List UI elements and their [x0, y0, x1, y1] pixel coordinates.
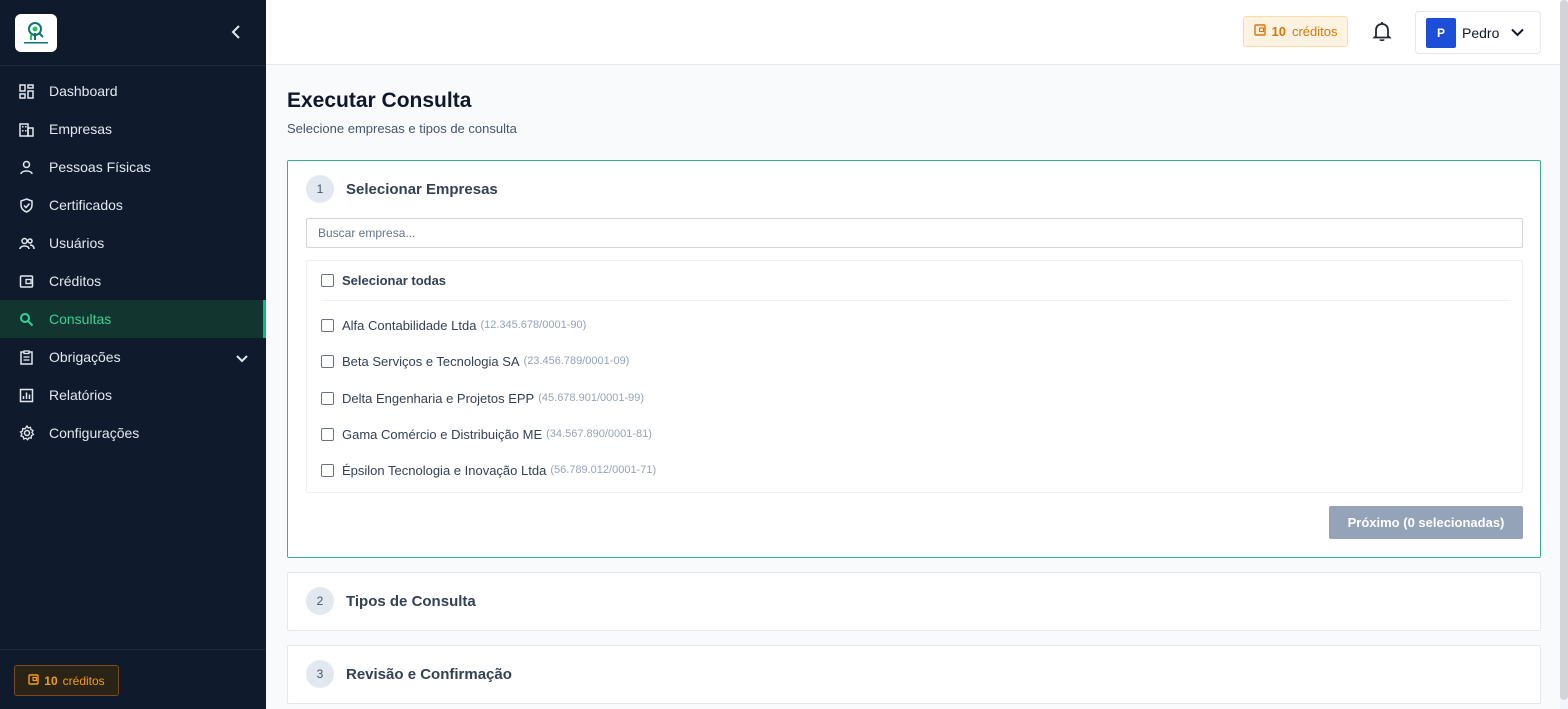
sidebar-item-label: Dashboard [49, 83, 118, 99]
notifications-button[interactable] [1370, 19, 1394, 43]
sidebar-nav: Dashboard Empresas Pessoas Físicas Certi… [0, 72, 266, 452]
company-name: Épsilon Tecnologia e Inovação Ltda [342, 462, 547, 478]
sidebar-item-pessoas-fisicas[interactable]: Pessoas Físicas [0, 148, 266, 186]
sidebar-credits-badge[interactable]: 10 créditos [14, 665, 119, 696]
avatar: P [1426, 17, 1456, 48]
step-title: Revisão e Confirmação [346, 665, 512, 683]
sidebar-item-creditos[interactable]: Créditos [0, 262, 266, 300]
select-all-checkbox[interactable] [321, 274, 334, 287]
step-2-card: 2 Tipos de Consulta [287, 572, 1541, 631]
step-title: Tipos de Consulta [346, 592, 476, 610]
step-number: 2 [306, 587, 334, 615]
step-1-header[interactable]: 1 Selecionar Empresas [306, 175, 498, 203]
step-number: 1 [306, 175, 334, 203]
company-checkbox[interactable] [321, 463, 334, 477]
search-icon [18, 311, 35, 328]
building-icon [18, 121, 35, 138]
sidebar-item-label: Relatórios [49, 387, 113, 403]
company-document: (45.678.901/0001-99) [538, 392, 645, 404]
wallet-icon [1253, 24, 1266, 39]
page-title: Executar Consulta [287, 89, 472, 112]
credits-label: créditos [62, 673, 105, 688]
company-checkbox[interactable] [321, 427, 334, 441]
app-logo[interactable] [15, 14, 57, 52]
topbar: 10 créditos P Pedro [266, 0, 1568, 65]
select-all-label: Selecionar todas [342, 273, 447, 288]
company-checkbox[interactable] [321, 354, 334, 368]
chart-icon [18, 387, 35, 404]
sidebar-item-label: Usuários [49, 235, 105, 251]
page-subtitle: Selecione empresas e tipos de consulta [287, 121, 517, 136]
bell-icon [1372, 22, 1392, 42]
company-list: Selecionar todas Alfa Contabilidade Ltda… [306, 260, 1523, 493]
company-checkbox[interactable] [321, 391, 334, 405]
clipboard-icon [18, 349, 35, 366]
sidebar-item-configuracoes[interactable]: Configurações [0, 414, 266, 452]
step-1-card: 1 Selecionar Empresas Selecionar todas A… [287, 160, 1541, 558]
wallet-icon [28, 673, 39, 688]
step-number: 3 [306, 660, 334, 688]
chevron-down-icon [1511, 24, 1525, 42]
company-document: (23.456.789/0001-09) [523, 355, 630, 367]
company-name: Beta Serviços e Tecnologia SA [342, 353, 520, 369]
sidebar-item-certificados[interactable]: Certificados [0, 186, 266, 224]
shield-check-icon [18, 197, 35, 214]
wallet-icon [18, 273, 35, 290]
sidebar-item-label: Certificados [49, 197, 123, 213]
credits-amount: 10 [1271, 24, 1286, 39]
user-menu-button[interactable]: P Pedro [1415, 11, 1541, 54]
sidebar-item-usuarios[interactable]: Usuários [0, 224, 266, 262]
sidebar-header [0, 0, 266, 66]
list-item[interactable]: Alfa Contabilidade Ltda (12.345.678/0001… [321, 313, 586, 337]
sidebar-item-empresas[interactable]: Empresas [0, 110, 266, 148]
sidebar-item-label: Empresas [49, 121, 113, 137]
page-scrollbar[interactable] [1560, 0, 1568, 709]
sidebar-item-label: Pessoas Físicas [49, 159, 151, 175]
sidebar: Dashboard Empresas Pessoas Físicas Certi… [0, 0, 266, 709]
chevron-down-icon[interactable] [236, 350, 248, 366]
company-search-input[interactable] [306, 218, 1523, 248]
sidebar-item-label: Obrigações [49, 349, 121, 365]
step-3-header[interactable]: 3 Revisão e Confirmação [306, 660, 512, 688]
list-item[interactable]: Épsilon Tecnologia e Inovação Ltda (56.7… [321, 458, 656, 482]
company-name: Delta Engenharia e Projetos EPP [342, 390, 535, 406]
company-document: (34.567.890/0001-81) [546, 428, 652, 440]
sidebar-footer: 10 créditos [0, 649, 266, 709]
list-item[interactable]: Gama Comércio e Distribuição ME (34.567.… [321, 422, 652, 446]
company-document: (56.789.012/0001-71) [550, 464, 657, 476]
users-icon [18, 235, 35, 252]
sidebar-item-dashboard[interactable]: Dashboard [0, 72, 266, 110]
company-name: Alfa Contabilidade Ltda [342, 317, 477, 333]
list-item[interactable]: Delta Engenharia e Projetos EPP (45.678.… [321, 386, 644, 410]
scrollbar-thumb[interactable] [1560, 0, 1568, 700]
step-2-header[interactable]: 2 Tipos de Consulta [306, 587, 476, 615]
sidebar-item-label: Configurações [49, 425, 140, 441]
collapse-sidebar-button[interactable] [226, 22, 246, 42]
sidebar-item-label: Créditos [49, 273, 102, 289]
gear-icon [18, 425, 35, 442]
person-icon [18, 159, 35, 176]
sidebar-item-label: Consultas [49, 311, 112, 327]
step-3-card: 3 Revisão e Confirmação [287, 645, 1541, 704]
sidebar-item-obrigacoes[interactable]: Obrigações [0, 338, 266, 376]
dashboard-icon [18, 83, 35, 100]
credits-label: créditos [1291, 24, 1338, 39]
step-title: Selecionar Empresas [346, 180, 498, 198]
company-checkbox[interactable] [321, 318, 334, 332]
select-all-row[interactable]: Selecionar todas [321, 261, 1511, 301]
credits-amount: 10 [44, 673, 58, 688]
chevron-left-icon [231, 25, 240, 39]
credits-badge[interactable]: 10 créditos [1243, 16, 1348, 47]
user-name: Pedro [1462, 24, 1500, 41]
company-name: Gama Comércio e Distribuição ME [342, 426, 543, 442]
sidebar-item-consultas[interactable]: Consultas [0, 300, 266, 338]
list-item[interactable]: Beta Serviços e Tecnologia SA (23.456.78… [321, 349, 629, 373]
next-button[interactable]: Próximo (0 selecionadas) [1329, 506, 1523, 539]
company-document: (12.345.678/0001-90) [480, 319, 587, 331]
sidebar-item-relatorios[interactable]: Relatórios [0, 376, 266, 414]
